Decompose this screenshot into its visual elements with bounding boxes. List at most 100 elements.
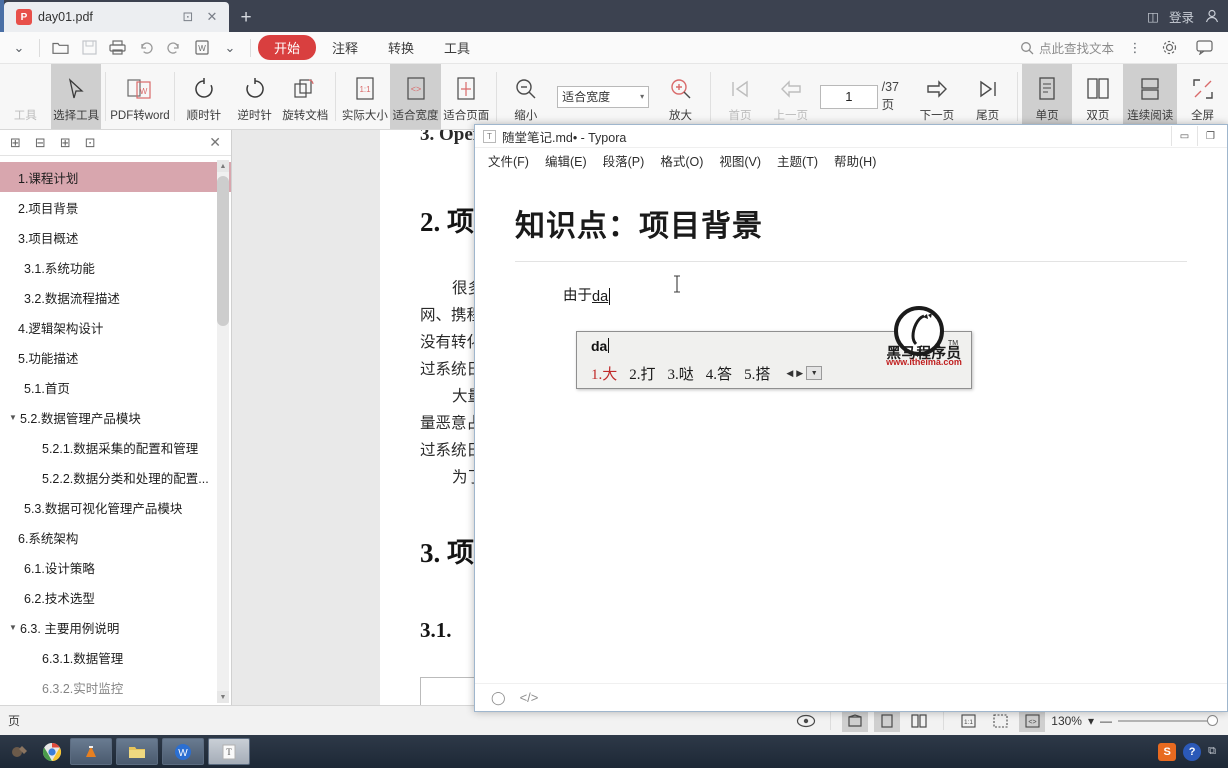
bookmark-item-5-2-1[interactable]: 5.2.1.数据采集的配置和管理 <box>0 432 231 462</box>
expand-all-icon[interactable]: ⊞ <box>10 135 21 151</box>
bookmark-item-2[interactable]: 2.项目背景 <box>0 192 231 222</box>
taskbar-app-file-explorer[interactable] <box>116 738 158 765</box>
double-page-button[interactable]: 双页 <box>1072 64 1123 129</box>
minimize-icon[interactable]: ▭ <box>1171 126 1197 146</box>
expand-caret-icon[interactable]: ▼ <box>6 413 20 422</box>
bookmark-item-6-2[interactable]: 6.2.技术选型 <box>0 582 231 612</box>
ime-candidate-4[interactable]: 4.答 <box>706 363 732 384</box>
zoom-minus-button[interactable]: — <box>1100 714 1112 728</box>
fullscreen-button[interactable]: 全屏 <box>1177 64 1228 129</box>
fit-page-button[interactable]: 适合页面 <box>441 64 492 129</box>
close-panel-icon[interactable]: ✕ <box>209 134 221 151</box>
actual-size-status-icon[interactable]: 1:1 <box>955 710 981 732</box>
tab-annotate[interactable]: 注释 <box>318 38 372 57</box>
tray-expand-icon[interactable]: ⧉ <box>1208 745 1216 758</box>
menu-paragraph[interactable]: 段落(P) <box>596 149 652 172</box>
bookmark-item-6-1[interactable]: 6.1.设计策略 <box>0 552 231 582</box>
menu-theme[interactable]: 主题(T) <box>770 149 825 172</box>
next-page-button[interactable]: 下一页 <box>912 64 963 129</box>
zoom-percent-label[interactable]: 130% <box>1051 714 1082 728</box>
collapse-all-icon[interactable]: ⊟ <box>35 135 46 151</box>
zoom-level-select[interactable]: 适合宽度 ▾ <box>557 85 650 108</box>
ime-next-page-icon[interactable]: ▶ <box>796 368 803 379</box>
bookmark-item-5-2[interactable]: ▼ 5.2.数据管理产品模块 <box>0 402 231 432</box>
bookmark-item-6[interactable]: 6.系统架构 <box>0 522 231 552</box>
outline-circle-icon[interactable]: ◯ <box>491 690 506 706</box>
bookmark-item-1[interactable]: 1.课程计划 <box>0 162 231 192</box>
scroll-down-icon[interactable]: ▼ <box>217 691 229 703</box>
page-number-input[interactable]: 1 <box>820 84 878 109</box>
add-bookmark-icon[interactable]: ⊞ <box>60 135 71 151</box>
login-button[interactable]: 登录 <box>1169 7 1194 26</box>
rotate-cw-button[interactable]: 顺时针 <box>179 64 230 129</box>
redo-icon[interactable] <box>161 35 187 61</box>
tab-close-icon[interactable]: ✕ <box>203 8 221 26</box>
typora-editor[interactable]: 知识点：项目背景 由于 da <box>475 173 1227 683</box>
account-icon[interactable] <box>1204 8 1220 24</box>
menu-edit[interactable]: 编辑(E) <box>538 149 594 172</box>
pdf-to-word-button[interactable]: W PDF转word <box>110 64 170 129</box>
bookmark-item-3-1[interactable]: 3.1.系统功能 <box>0 252 231 282</box>
fit-width-status-icon[interactable]: <> <box>1019 709 1046 732</box>
rotate-ccw-button[interactable]: 逆时针 <box>229 64 280 129</box>
first-page-button[interactable]: 首页 <box>715 64 766 129</box>
ime-candidate-1[interactable]: 1.大 <box>591 363 617 384</box>
book-view-icon[interactable] <box>842 709 869 732</box>
eye-icon[interactable] <box>793 710 819 732</box>
bookmark-scroll-thumb[interactable] <box>217 176 229 326</box>
document-heading[interactable]: 知识点：项目背景 <box>515 201 1187 245</box>
zoom-percent-arrow[interactable]: ▾ <box>1088 714 1094 728</box>
open-folder-icon[interactable] <box>47 35 74 61</box>
tab-tools[interactable]: 工具 <box>430 38 484 57</box>
bookmark-item-6-3-2[interactable]: 6.3.2.实时监控 <box>0 672 231 702</box>
fit-page-status-icon[interactable] <box>987 710 1013 732</box>
prev-page-button[interactable]: 上一页 <box>765 64 816 129</box>
search-more-icon[interactable]: ⋮ <box>1122 35 1148 61</box>
expand-caret-icon[interactable]: ▼ <box>6 623 20 632</box>
tab-restore-icon[interactable]: ⊡ <box>179 8 197 26</box>
menu-more-icon[interactable]: ⌄ <box>217 35 243 61</box>
restore-icon[interactable]: ❐ <box>1197 126 1223 146</box>
chrome-icon[interactable] <box>38 738 66 765</box>
menu-view[interactable]: 视图(V) <box>712 149 768 172</box>
bookmark-item-4[interactable]: 4.逻辑架构设计 <box>0 312 231 342</box>
actual-size-button[interactable]: 1:1 实际大小 <box>339 64 390 129</box>
search-input[interactable]: 点此查找文本 <box>1020 38 1114 57</box>
select-tool-button[interactable]: 选择工具 <box>50 64 102 129</box>
menu-file[interactable]: 文件(F) <box>481 149 536 172</box>
bookmark-item-5-2-2[interactable]: 5.2.2.数据分类和处理的配置... <box>0 462 231 492</box>
zoom-slider[interactable] <box>1118 714 1218 728</box>
tab-start[interactable]: 开始 <box>258 35 317 60</box>
export-word-icon[interactable]: W <box>189 35 215 61</box>
last-page-button[interactable]: 尾页 <box>962 64 1013 129</box>
slider-knob[interactable] <box>1207 715 1218 726</box>
taskbar-app-vlc[interactable] <box>70 738 112 765</box>
fit-width-button[interactable]: <> 适合宽度 <box>390 64 441 129</box>
rotate-document-button[interactable]: 旋转文档 <box>280 64 331 129</box>
bookmark-item-5-1[interactable]: 5.1.首页 <box>0 372 231 402</box>
ime-candidate-5[interactable]: 5.搭 <box>744 363 770 384</box>
double-view-icon[interactable] <box>906 710 932 732</box>
menu-help[interactable]: 帮助(H) <box>827 149 883 172</box>
ime-prev-page-icon[interactable]: ◀ <box>786 368 793 379</box>
document-tab[interactable]: P day01.pdf ⊡ ✕ <box>4 2 229 32</box>
save-icon[interactable] <box>76 35 102 61</box>
zoom-in-button[interactable]: 放大 <box>655 64 706 129</box>
menu-format[interactable]: 格式(O) <box>653 149 710 172</box>
bookmark-item-3-2[interactable]: 3.2.数据流程描述 <box>0 282 231 312</box>
sogou-icon[interactable]: S <box>1158 742 1177 761</box>
scroll-up-icon[interactable]: ▲ <box>217 160 229 172</box>
menu-chevron-icon[interactable]: ⌄ <box>6 35 32 61</box>
edit-bookmark-icon[interactable]: ⊡ <box>85 135 96 151</box>
new-tab-button[interactable]: + <box>231 4 261 32</box>
single-page-button[interactable]: 单页 <box>1021 64 1073 129</box>
bookmark-item-5-3[interactable]: 5.3.数据可视化管理产品模块 <box>0 492 231 522</box>
comment-icon[interactable] <box>1191 35 1218 61</box>
start-icon[interactable] <box>6 738 34 765</box>
panel-toggle-icon[interactable]: ◫ <box>1147 9 1159 24</box>
document-paragraph[interactable]: 由于 da <box>563 284 1187 305</box>
tab-convert[interactable]: 转换 <box>374 38 428 57</box>
print-icon[interactable] <box>104 35 131 61</box>
gear-icon[interactable] <box>1156 35 1183 61</box>
taskbar-app-typora[interactable]: T <box>208 738 250 765</box>
